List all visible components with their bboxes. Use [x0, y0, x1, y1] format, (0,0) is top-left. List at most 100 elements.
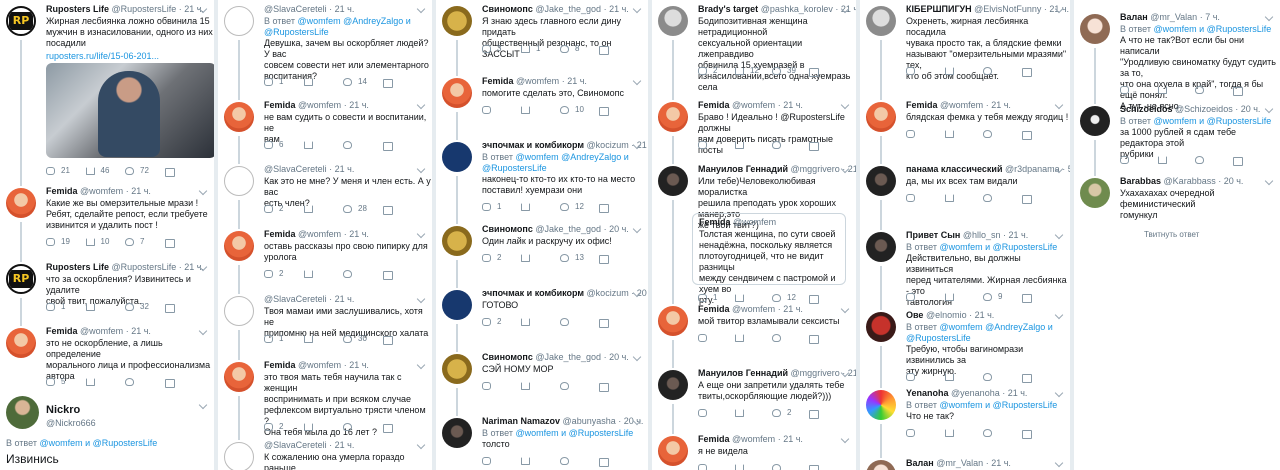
message-action[interactable]: [164, 166, 180, 177]
reply-icon[interactable]: [906, 372, 915, 381]
avatar[interactable]: [866, 390, 896, 420]
retweet-action[interactable]: [735, 333, 750, 342]
message-action[interactable]: [1021, 292, 1037, 303]
reply-icon[interactable]: [906, 428, 915, 437]
message-action[interactable]: [599, 381, 614, 392]
avatar[interactable]: [442, 354, 472, 384]
chevron-down-icon[interactable]: [416, 229, 426, 239]
like-icon[interactable]: [772, 140, 781, 149]
like-action[interactable]: [772, 333, 787, 342]
message-action[interactable]: [1021, 129, 1037, 140]
user-name[interactable]: Femida: [264, 100, 296, 110]
like-action[interactable]: 12: [772, 293, 796, 302]
user-handle[interactable]: @Karabbass: [1164, 176, 1216, 186]
reply-action[interactable]: [1120, 155, 1135, 164]
retweet-icon[interactable]: [944, 129, 954, 138]
retweet-action[interactable]: [735, 463, 750, 470]
chevron-down-icon[interactable]: [198, 326, 208, 336]
reply-action[interactable]: 1: [698, 293, 717, 302]
message-icon[interactable]: [599, 382, 609, 392]
chevron-down-icon[interactable]: [1264, 12, 1274, 22]
retweet-action[interactable]: 1: [521, 44, 540, 53]
like-icon[interactable]: [125, 166, 134, 175]
avatar[interactable]: [442, 142, 472, 172]
user-name[interactable]: Валан: [906, 458, 934, 468]
avatar[interactable]: [224, 102, 254, 132]
user-name[interactable]: Schizoeidos: [1120, 104, 1173, 114]
like-icon[interactable]: [983, 292, 992, 301]
retweet-action[interactable]: [303, 422, 319, 431]
like-action[interactable]: [772, 463, 787, 470]
chevron-down-icon[interactable]: [1054, 458, 1064, 468]
user-handle[interactable]: @SlavaCereteli: [264, 164, 327, 174]
user-handle[interactable]: @ElvisNotFunny: [974, 4, 1041, 14]
retweet-icon[interactable]: [303, 204, 313, 213]
user-handle[interactable]: @mr_Valan: [1150, 12, 1197, 22]
like-icon[interactable]: [560, 381, 569, 390]
retweet-icon[interactable]: [735, 66, 744, 75]
avatar[interactable]: [658, 102, 688, 132]
avatar[interactable]: [6, 188, 36, 218]
avatar[interactable]: [442, 418, 472, 448]
message-icon[interactable]: [382, 335, 393, 345]
reply-icon[interactable]: [264, 334, 273, 343]
user-name[interactable]: Мануилов Геннадий: [698, 164, 788, 174]
reply-icon[interactable]: [698, 463, 707, 470]
like-icon[interactable]: [560, 317, 569, 326]
like-action[interactable]: [343, 422, 358, 431]
retweet-icon[interactable]: [521, 253, 530, 262]
avatar[interactable]: [866, 232, 896, 262]
user-handle[interactable]: @Jake_the_god: [535, 352, 601, 362]
reply-users[interactable]: @womfem и @RupostersLife: [515, 428, 633, 438]
chevron-down-icon[interactable]: [632, 352, 642, 362]
user-handle[interactable]: @pashka_korolev: [761, 4, 833, 14]
message-action[interactable]: [1232, 85, 1248, 96]
message-action[interactable]: [1021, 372, 1037, 383]
retweet-icon[interactable]: [521, 456, 530, 465]
reply-action[interactable]: [906, 428, 921, 437]
avatar[interactable]: [442, 6, 472, 36]
avatar[interactable]: [224, 6, 254, 36]
message-icon[interactable]: [1232, 86, 1243, 96]
retweet-icon[interactable]: [85, 302, 95, 311]
retweet-icon[interactable]: [521, 317, 530, 326]
user-handle[interactable]: @r3dpanama: [1005, 164, 1060, 174]
reply-action[interactable]: [698, 333, 713, 342]
user-name[interactable]: Femida: [264, 229, 296, 239]
reply-action[interactable]: 2: [482, 317, 501, 326]
reply-icon[interactable]: [482, 202, 491, 211]
message-action[interactable]: [382, 422, 398, 433]
like-icon[interactable]: [983, 129, 992, 138]
like-icon[interactable]: [560, 456, 569, 465]
tweet-time[interactable]: 21 ч.: [349, 360, 369, 370]
like-icon[interactable]: [125, 377, 134, 386]
user-name[interactable]: Nariman Namazov: [482, 416, 560, 426]
like-action[interactable]: 14: [343, 77, 367, 86]
chevron-down-icon[interactable]: [416, 164, 426, 174]
message-icon[interactable]: [809, 141, 819, 151]
reply-users[interactable]: @womfem и @RupostersLife: [1153, 24, 1271, 34]
like-action[interactable]: [560, 381, 575, 390]
user-name[interactable]: Femida: [698, 100, 730, 110]
reply-icon[interactable]: [482, 105, 491, 114]
message-action[interactable]: [809, 333, 824, 344]
retweet-icon[interactable]: [85, 237, 95, 246]
retweet-icon[interactable]: [303, 422, 313, 431]
message-icon[interactable]: [599, 318, 609, 328]
message-action[interactable]: [809, 140, 824, 151]
reply-users[interactable]: @womfem и @RupostersLife: [1153, 116, 1271, 126]
retweet-action[interactable]: [521, 317, 536, 326]
reply-icon[interactable]: [264, 204, 273, 213]
user-handle[interactable]: @womfem: [298, 100, 341, 110]
retweet-icon[interactable]: [521, 105, 530, 114]
retweet-icon[interactable]: [1157, 85, 1167, 94]
user-handle[interactable]: @Jake_the_god: [535, 224, 601, 234]
reply-action[interactable]: 1: [264, 334, 283, 343]
reply-icon[interactable]: [698, 66, 707, 75]
message-icon[interactable]: [809, 334, 819, 344]
avatar[interactable]: RP: [6, 264, 36, 294]
avatar[interactable]: [224, 296, 254, 326]
reply-icon[interactable]: [482, 456, 491, 465]
user-name[interactable]: Валан: [1120, 12, 1148, 22]
avatar[interactable]: [658, 436, 688, 466]
